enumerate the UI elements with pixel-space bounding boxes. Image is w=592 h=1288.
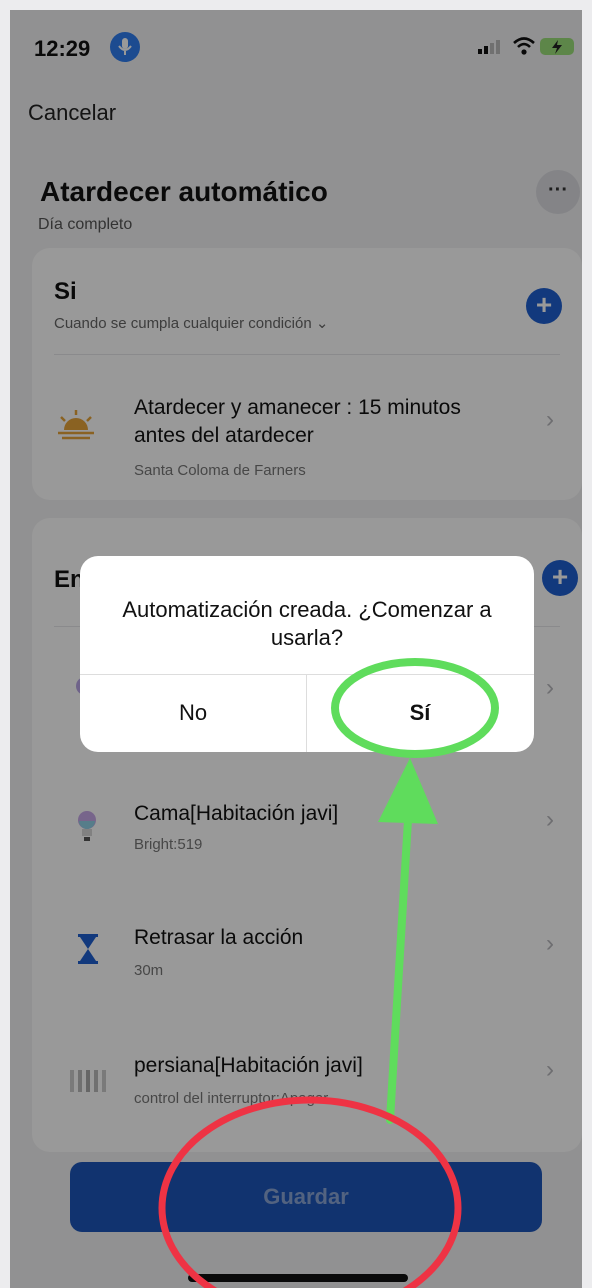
no-button[interactable]: No [80, 674, 306, 752]
confirmation-dialog: Automatización creada. ¿Comenzar a usarl… [80, 556, 534, 752]
app-screen: 12:29 Cancelar Atardecer automático Día … [10, 10, 582, 1288]
dialog-message: Automatización creada. ¿Comenzar a usarl… [122, 597, 492, 650]
yes-button[interactable]: Sí [307, 674, 533, 752]
